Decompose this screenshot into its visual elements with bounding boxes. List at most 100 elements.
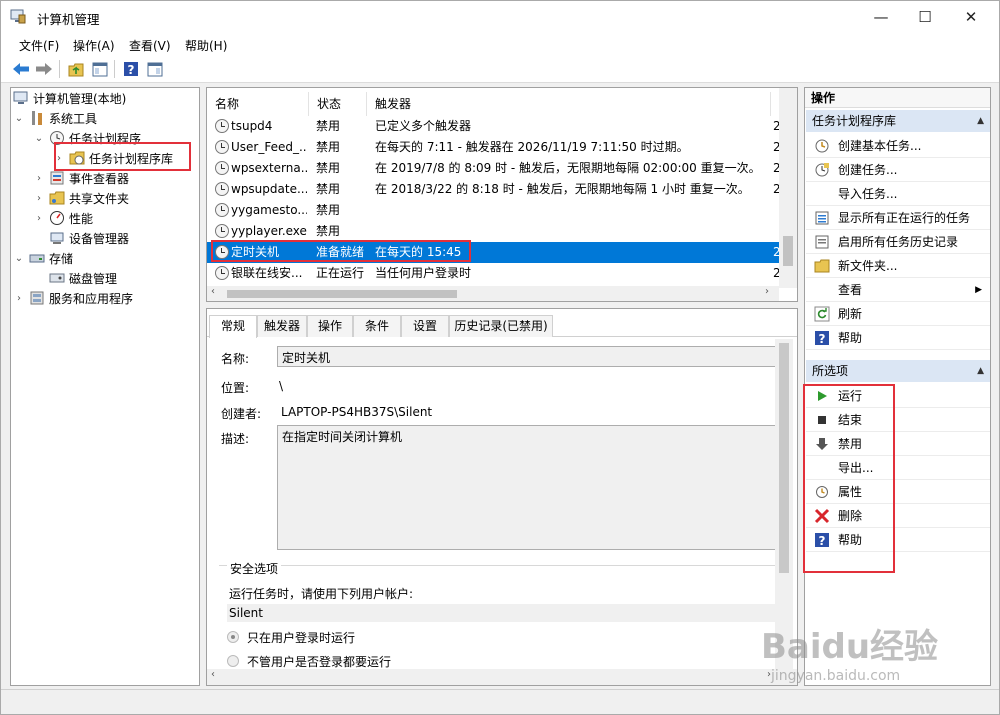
list-horizontal-scrollbar[interactable]: ‹ › bbox=[207, 286, 779, 301]
table-row[interactable]: yygamesto... 禁用 bbox=[207, 200, 779, 221]
table-row[interactable]: wpsexterna... 禁用 在 2019/7/8 的 8:09 时 - 触发后… bbox=[207, 158, 779, 179]
tree-item-device-manager[interactable]: 设备管理器 bbox=[49, 228, 129, 248]
security-options-title: 安全选项 bbox=[227, 560, 282, 577]
action-refresh[interactable]: 刷新 bbox=[806, 302, 990, 326]
action-help[interactable]: ? 帮助 bbox=[806, 326, 990, 350]
tab-conditions[interactable]: 条件 bbox=[353, 315, 401, 337]
task-name-cell: 定时关机 bbox=[231, 245, 280, 259]
tree-item-system-tools[interactable]: ⌄ 系统工具 bbox=[13, 108, 97, 128]
menu-file[interactable]: 文件(F) bbox=[19, 37, 59, 54]
tree-item-performance[interactable]: › 性能 bbox=[33, 208, 93, 228]
action-label: 帮助 bbox=[838, 533, 863, 547]
actions-title: 操作 bbox=[805, 88, 990, 108]
tab-settings[interactable]: 设置 bbox=[401, 315, 449, 337]
action-view[interactable]: 查看 ▶ bbox=[806, 278, 990, 302]
action-create-basic-task[interactable]: 创建基本任务... bbox=[806, 134, 990, 158]
column-header-trigger[interactable]: 触发器 bbox=[367, 92, 771, 116]
computer-management-icon bbox=[10, 9, 26, 24]
up-folder-icon[interactable] bbox=[66, 59, 86, 79]
task-trigger-cell: 在 2018/3/22 的 8:18 时 - 触发后，无限期地每隔 1 小时 重… bbox=[375, 182, 750, 196]
svg-text:?: ? bbox=[819, 332, 826, 346]
action-import-task[interactable]: 导入任务... bbox=[806, 182, 990, 206]
description-field[interactable]: 在指定时间关闭计算机 bbox=[277, 425, 777, 550]
run-as-label: 运行任务时，请使用下列用户帐户: bbox=[229, 587, 414, 601]
tree-item-shared-folders[interactable]: › 共享文件夹 bbox=[33, 188, 129, 208]
action-show-running-tasks[interactable]: 显示所有正在运行的任务 bbox=[806, 206, 990, 230]
task-status-cell: 禁用 bbox=[316, 203, 341, 217]
show-hide-console-tree-icon[interactable] bbox=[90, 59, 110, 79]
tree-item-root[interactable]: 计算机管理(本地) bbox=[13, 88, 126, 108]
chevron-right-icon[interactable]: › bbox=[53, 153, 65, 164]
radio-run-only-logged-on[interactable] bbox=[227, 631, 239, 643]
task-name-field[interactable]: 定时关机 bbox=[277, 346, 777, 367]
action-end[interactable]: 结束 bbox=[806, 408, 990, 432]
task-name-cell: 银联在线安... bbox=[231, 266, 303, 280]
action-enable-history[interactable]: 启用所有任务历史记录 bbox=[806, 230, 990, 254]
task-name-cell: wpsupdate... bbox=[231, 182, 307, 196]
services-icon bbox=[29, 290, 45, 306]
chevron-down-icon[interactable]: ⌄ bbox=[13, 113, 25, 124]
description-label: 描述: bbox=[221, 432, 250, 446]
section-selected-item[interactable]: 所选项 ▲ bbox=[806, 360, 990, 382]
chevron-down-icon[interactable]: ⌄ bbox=[13, 253, 25, 264]
chevron-right-icon[interactable]: › bbox=[13, 293, 25, 304]
task-trigger-cell: 在每天的 7:11 - 触发器在 2026/11/19 7:11:50 时过期。 bbox=[375, 140, 689, 154]
table-row[interactable]: 银联在线安...正在运行当任何用户登录时2 bbox=[207, 263, 779, 284]
tree-item-disk-management[interactable]: 磁盘管理 bbox=[49, 268, 117, 288]
action-label: 查看 bbox=[838, 283, 863, 297]
tree-item-task-library[interactable]: › 任务计划程序库 bbox=[53, 148, 173, 168]
tree-item-storage[interactable]: ⌄ 存储 bbox=[13, 248, 73, 268]
tab-actions[interactable]: 操作 bbox=[307, 315, 353, 337]
column-header-status[interactable]: 状态 bbox=[309, 92, 367, 116]
action-label: 创建任务... bbox=[838, 163, 898, 177]
action-export[interactable]: 导出... bbox=[806, 456, 990, 480]
section-task-library[interactable]: 任务计划程序库 ▲ bbox=[806, 110, 990, 132]
tab-history[interactable]: 历史记录(已禁用) bbox=[449, 315, 553, 337]
action-delete[interactable]: 删除 bbox=[806, 504, 990, 528]
console-tree: 计算机管理(本地) ⌄ 系统工具 ⌄ 任务计划程序 › 任务计划程序库 › 事件… bbox=[10, 87, 200, 686]
column-header-name[interactable]: 名称 bbox=[207, 92, 309, 116]
list-vertical-scrollbar[interactable] bbox=[779, 88, 797, 288]
menu-help[interactable]: 帮助(H) bbox=[185, 37, 227, 54]
table-row[interactable]: yyplayer.exe 禁用 bbox=[207, 221, 779, 242]
tab-general[interactable]: 常规 bbox=[209, 315, 257, 338]
tree-item-task-scheduler[interactable]: ⌄ 任务计划程序 bbox=[33, 128, 141, 148]
table-row[interactable]: User_Feed_... 禁用 在每天的 7:11 - 触发器在 2026/11/… bbox=[207, 137, 779, 158]
close-button[interactable]: ✕ bbox=[948, 1, 994, 32]
clock-icon bbox=[49, 130, 65, 146]
action-disable[interactable]: 禁用 bbox=[806, 432, 990, 456]
tab-triggers[interactable]: 触发器 bbox=[257, 315, 307, 337]
chevron-down-icon[interactable]: ⌄ bbox=[33, 133, 45, 144]
action-properties[interactable]: 属性 bbox=[806, 480, 990, 504]
disable-arrow-icon bbox=[814, 436, 830, 452]
minimize-button[interactable]: — bbox=[858, 1, 904, 32]
computer-icon bbox=[13, 90, 29, 106]
tree-label-performance: 性能 bbox=[69, 211, 94, 226]
task-status-cell: 准备就绪 bbox=[316, 245, 365, 259]
forward-arrow-icon[interactable] bbox=[34, 59, 54, 79]
computer-management-window: 计算机管理 — ☐ ✕ 文件(F) 操作(A) 查看(V) 帮助(H) ? 计算… bbox=[0, 0, 1000, 715]
task-status-cell: 禁用 bbox=[316, 140, 341, 154]
detail-horizontal-scrollbar[interactable]: ‹ › bbox=[207, 669, 797, 685]
table-row[interactable]: tsupd4禁用已定义多个触发器2 bbox=[207, 116, 779, 137]
table-row[interactable]: 定时关机准备就绪在每天的 15:452 bbox=[207, 242, 779, 263]
show-hide-action-pane-icon[interactable] bbox=[145, 59, 165, 79]
tree-item-services[interactable]: › 服务和应用程序 bbox=[13, 288, 133, 308]
chevron-right-icon[interactable]: › bbox=[33, 173, 45, 184]
menu-view[interactable]: 查看(V) bbox=[129, 37, 171, 54]
action-help-selected[interactable]: ? 帮助 bbox=[806, 528, 990, 552]
help-icon[interactable]: ? bbox=[121, 59, 141, 79]
back-arrow-icon[interactable] bbox=[11, 59, 31, 79]
status-bar bbox=[1, 689, 999, 714]
action-new-folder[interactable]: 新文件夹... bbox=[806, 254, 990, 278]
tree-item-event-viewer[interactable]: › 事件查看器 bbox=[33, 168, 129, 188]
chevron-right-icon[interactable]: › bbox=[33, 213, 45, 224]
chevron-right-icon[interactable]: › bbox=[33, 193, 45, 204]
radio-run-whether-logged-on[interactable] bbox=[227, 655, 239, 667]
menu-action[interactable]: 操作(A) bbox=[73, 37, 115, 54]
maximize-button[interactable]: ☐ bbox=[902, 1, 948, 32]
table-row[interactable]: wpsupdate... 禁用 在 2018/3/22 的 8:18 时 - 触发后… bbox=[207, 179, 779, 200]
action-create-task[interactable]: 创建任务... bbox=[806, 158, 990, 182]
tree-label-services: 服务和应用程序 bbox=[49, 291, 134, 306]
action-run[interactable]: 运行 bbox=[806, 384, 990, 408]
